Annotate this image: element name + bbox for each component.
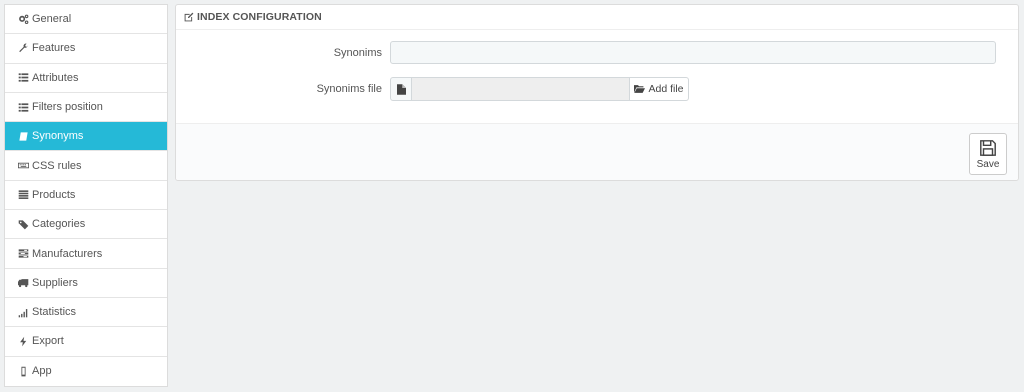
- synonims-file-label: Synonims file: [316, 83, 382, 95]
- file-icon: [396, 83, 406, 95]
- synonims-row: Synonims: [176, 41, 1018, 64]
- tasks-icon: [17, 248, 29, 260]
- add-file-button[interactable]: Add file: [629, 77, 689, 101]
- sidebar-item-label: Manufacturers: [32, 247, 103, 260]
- add-file-label: Add file: [648, 83, 684, 95]
- sidebar-item-filters-position[interactable]: Filters position: [5, 93, 167, 123]
- list-icon: [17, 72, 29, 84]
- sidebar-item-products[interactable]: Products: [5, 181, 167, 211]
- synonims-file-name[interactable]: [412, 77, 629, 101]
- synonims-input[interactable]: [390, 41, 996, 64]
- sidebar-item-statistics[interactable]: Statistics: [5, 298, 167, 328]
- list-alt-icon: [17, 189, 29, 201]
- sidebar-item-categories[interactable]: Categories: [5, 210, 167, 240]
- sidebar-item-suppliers[interactable]: Suppliers: [5, 269, 167, 298]
- sidebar-item-label: Attributes: [32, 71, 79, 84]
- save-button[interactable]: Save: [969, 133, 1007, 175]
- save-icon: [980, 139, 996, 156]
- file-icon-box: [390, 77, 412, 101]
- sidebar-item-label: Statistics: [32, 306, 77, 319]
- sidebar-item-label: Products: [32, 188, 76, 201]
- sidebar-item-label: Categories: [32, 218, 86, 231]
- panel-title: INDEX CONFIGURATION: [197, 11, 322, 23]
- edit-icon: [184, 12, 194, 22]
- mobile-icon: [17, 365, 29, 377]
- sidebar-item-features[interactable]: Features: [5, 34, 167, 64]
- folder-open-icon: [634, 85, 646, 93]
- sidebar-item-synonyms[interactable]: Synonyms: [5, 122, 167, 152]
- keyboard-icon: [17, 160, 29, 172]
- tags-icon: [17, 218, 29, 230]
- sidebar-item-export[interactable]: Export: [5, 327, 167, 357]
- sidebar-menu: General Features Attributes Filters posi…: [4, 4, 168, 387]
- truck-icon: [17, 277, 29, 289]
- panel-heading: INDEX CONFIGURATION: [176, 5, 1018, 30]
- sidebar-item-attributes[interactable]: Attributes: [5, 64, 167, 93]
- panel-footer: Save: [176, 123, 1018, 180]
- sidebar-item-label: General: [32, 13, 72, 26]
- cogs-icon: [17, 13, 29, 25]
- sidebar-item-general[interactable]: General: [5, 5, 167, 35]
- wrench-icon: [17, 42, 29, 54]
- file-upload-group: Add file: [390, 77, 689, 101]
- sidebar-item-label: Suppliers: [32, 276, 78, 289]
- sidebar-item-label: Export: [32, 335, 64, 348]
- sidebar-item-label: Filters position: [32, 101, 103, 114]
- index-configuration-panel: INDEX CONFIGURATION Synonims Synonims fi…: [175, 4, 1019, 181]
- save-label: Save: [976, 158, 1000, 170]
- sidebar-item-label: CSS rules: [32, 159, 82, 172]
- bolt-icon: [17, 335, 29, 347]
- synonims-file-row: Synonims file Add file: [176, 77, 1018, 101]
- sidebar-item-css-rules[interactable]: CSS rules: [5, 151, 167, 181]
- book-icon: [17, 130, 29, 142]
- sidebar-item-label: App: [32, 365, 52, 378]
- synonims-label: Synonims: [333, 46, 382, 59]
- sidebar-item-label: Synonyms: [32, 130, 84, 143]
- sidebar-item-app[interactable]: App: [5, 357, 167, 386]
- list-icon: [17, 101, 29, 113]
- signal-icon: [17, 306, 29, 318]
- sidebar-item-label: Features: [32, 42, 76, 55]
- sidebar-item-manufacturers[interactable]: Manufacturers: [5, 239, 167, 269]
